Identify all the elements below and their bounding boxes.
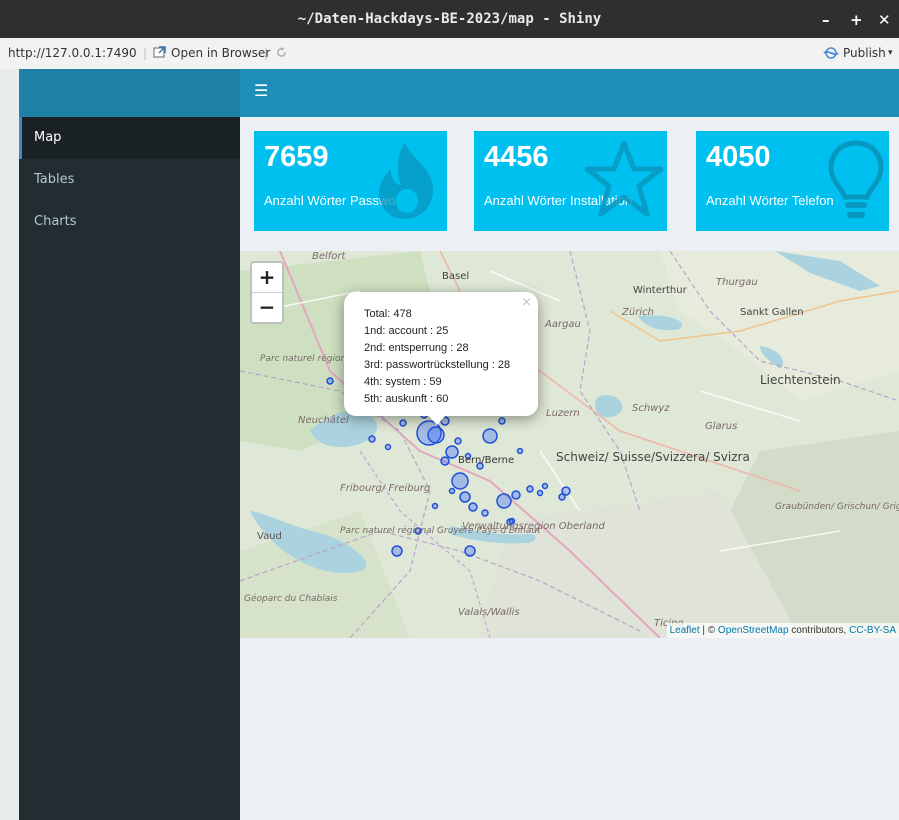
place-label: Neuchâtel: [298, 414, 349, 426]
maximize-button[interactable]: +: [850, 0, 863, 40]
zoom-in-button[interactable]: +: [252, 263, 282, 292]
map-attribution: Leaflet | © OpenStreetMap contributors, …: [666, 623, 899, 638]
place-label: Sankt Gallen: [740, 307, 804, 318]
attribution-separator: | ©: [699, 625, 718, 636]
place-label: Géoparc du Chablais: [244, 593, 338, 604]
sidebar-item-tables[interactable]: Tables: [19, 159, 240, 201]
publish-button[interactable]: Publish: [843, 38, 886, 69]
place-label: Bern/Berne: [458, 455, 514, 466]
valuebox-label: Anzahl Wörter Telefon: [706, 193, 834, 208]
popup-content: Total: 478 1nd: account : 25 2nd: entspe…: [364, 306, 510, 408]
place-labels: Belfort Basel Winterthur Thurgau Zürich …: [244, 251, 899, 629]
minimize-button[interactable]: –: [822, 0, 830, 40]
toolbar-separator: |: [264, 46, 269, 60]
place-label: Aargau: [544, 319, 581, 330]
window-titlebar: ~/Daten-Hackdays-BE-2023/map - Shiny – +…: [0, 0, 899, 38]
place-label: Vaud: [257, 531, 282, 542]
sidebar-logo-area: [19, 69, 240, 117]
license-link[interactable]: CC-BY-SA: [849, 625, 896, 636]
valuebox-value: 4456: [484, 141, 549, 173]
place-label: Basel: [442, 271, 469, 282]
place-label: Luzern: [546, 408, 580, 419]
fire-icon: [373, 139, 443, 225]
valuebox-value: 7659: [264, 141, 329, 173]
place-label: Valais/Wallis: [458, 607, 520, 618]
url-text: http://127.0.0.1:7490: [8, 46, 137, 60]
main-content: ☰ 7659 Anzahl Wörter Passwort 4456 Anzah…: [240, 69, 899, 820]
lightbulb-icon: [827, 139, 885, 229]
left-window-edge: [0, 69, 21, 820]
sidebar: Map Tables Charts: [19, 69, 240, 820]
popup-line: 3rd: passwortrückstellung : 28: [364, 359, 511, 371]
place-label: Zürich: [621, 307, 654, 318]
place-label: Parc naturel régional Gruyère Pays-d'Enh…: [340, 525, 541, 536]
open-in-browser-button[interactable]: Open in Browser: [171, 38, 270, 69]
valuebox-telefon: 4050 Anzahl Wörter Telefon: [696, 131, 889, 231]
popup-close-button[interactable]: ×: [521, 295, 532, 310]
place-label: Schwyz: [632, 403, 670, 414]
popup-line: 2nd: entsperrung : 28: [364, 342, 469, 354]
open-browser-icon[interactable]: [153, 38, 167, 69]
place-label: Winterthur: [633, 285, 688, 296]
sidebar-item-charts[interactable]: Charts: [19, 201, 240, 243]
viewer-toolbar: http://127.0.0.1:7490 | Open in Browser …: [0, 38, 899, 70]
window-title: ~/Daten-Hackdays-BE-2023/map - Shiny: [297, 11, 602, 27]
valuebox-installation: 4456 Anzahl Wörter Installation: [474, 131, 667, 231]
popup-line: Total: 478: [364, 308, 412, 320]
place-label: Thurgau: [716, 277, 758, 288]
valuebox-passwort: 7659 Anzahl Wörter Passwort: [254, 131, 447, 231]
star-icon: [584, 139, 664, 225]
place-label: Schweiz/ Suisse/Svizzera/ Svizra: [556, 450, 750, 464]
close-button[interactable]: ✕: [878, 0, 891, 40]
place-label: Fribourg/ Freiburg: [340, 483, 430, 494]
zoom-out-button[interactable]: −: [252, 292, 282, 322]
refresh-icon[interactable]: [275, 38, 288, 69]
zoom-control: + −: [250, 261, 284, 324]
place-label: Liechtenstein: [760, 373, 841, 387]
popup-line: 5th: auskunft : 60: [364, 393, 449, 405]
place-label: Graubünden/ Grischun/ Grigioni: [775, 502, 899, 512]
publish-icon[interactable]: [822, 38, 840, 69]
place-label: Glarus: [705, 421, 737, 432]
popup-line: 4th: system : 59: [364, 376, 442, 388]
valuebox-value: 4050: [706, 141, 771, 173]
hamburger-icon[interactable]: ☰: [254, 81, 268, 100]
leaflet-link[interactable]: Leaflet: [670, 625, 700, 636]
sidebar-item-map[interactable]: Map: [19, 117, 240, 159]
place-label: Belfort: [312, 251, 347, 262]
publish-dropdown-icon[interactable]: ▾: [888, 38, 893, 69]
marker-popup: × Total: 478 1nd: account : 25 2nd: ents…: [344, 292, 538, 425]
osm-link[interactable]: OpenStreetMap: [718, 625, 789, 636]
popup-tip: [428, 415, 446, 425]
main-header: ☰: [240, 69, 899, 117]
leaflet-map[interactable]: Belfort Basel Winterthur Thurgau Zürich …: [240, 251, 899, 638]
popup-line: 1nd: account : 25: [364, 325, 449, 337]
toolbar-separator: |: [143, 46, 148, 60]
attribution-text: contributors,: [788, 625, 850, 636]
